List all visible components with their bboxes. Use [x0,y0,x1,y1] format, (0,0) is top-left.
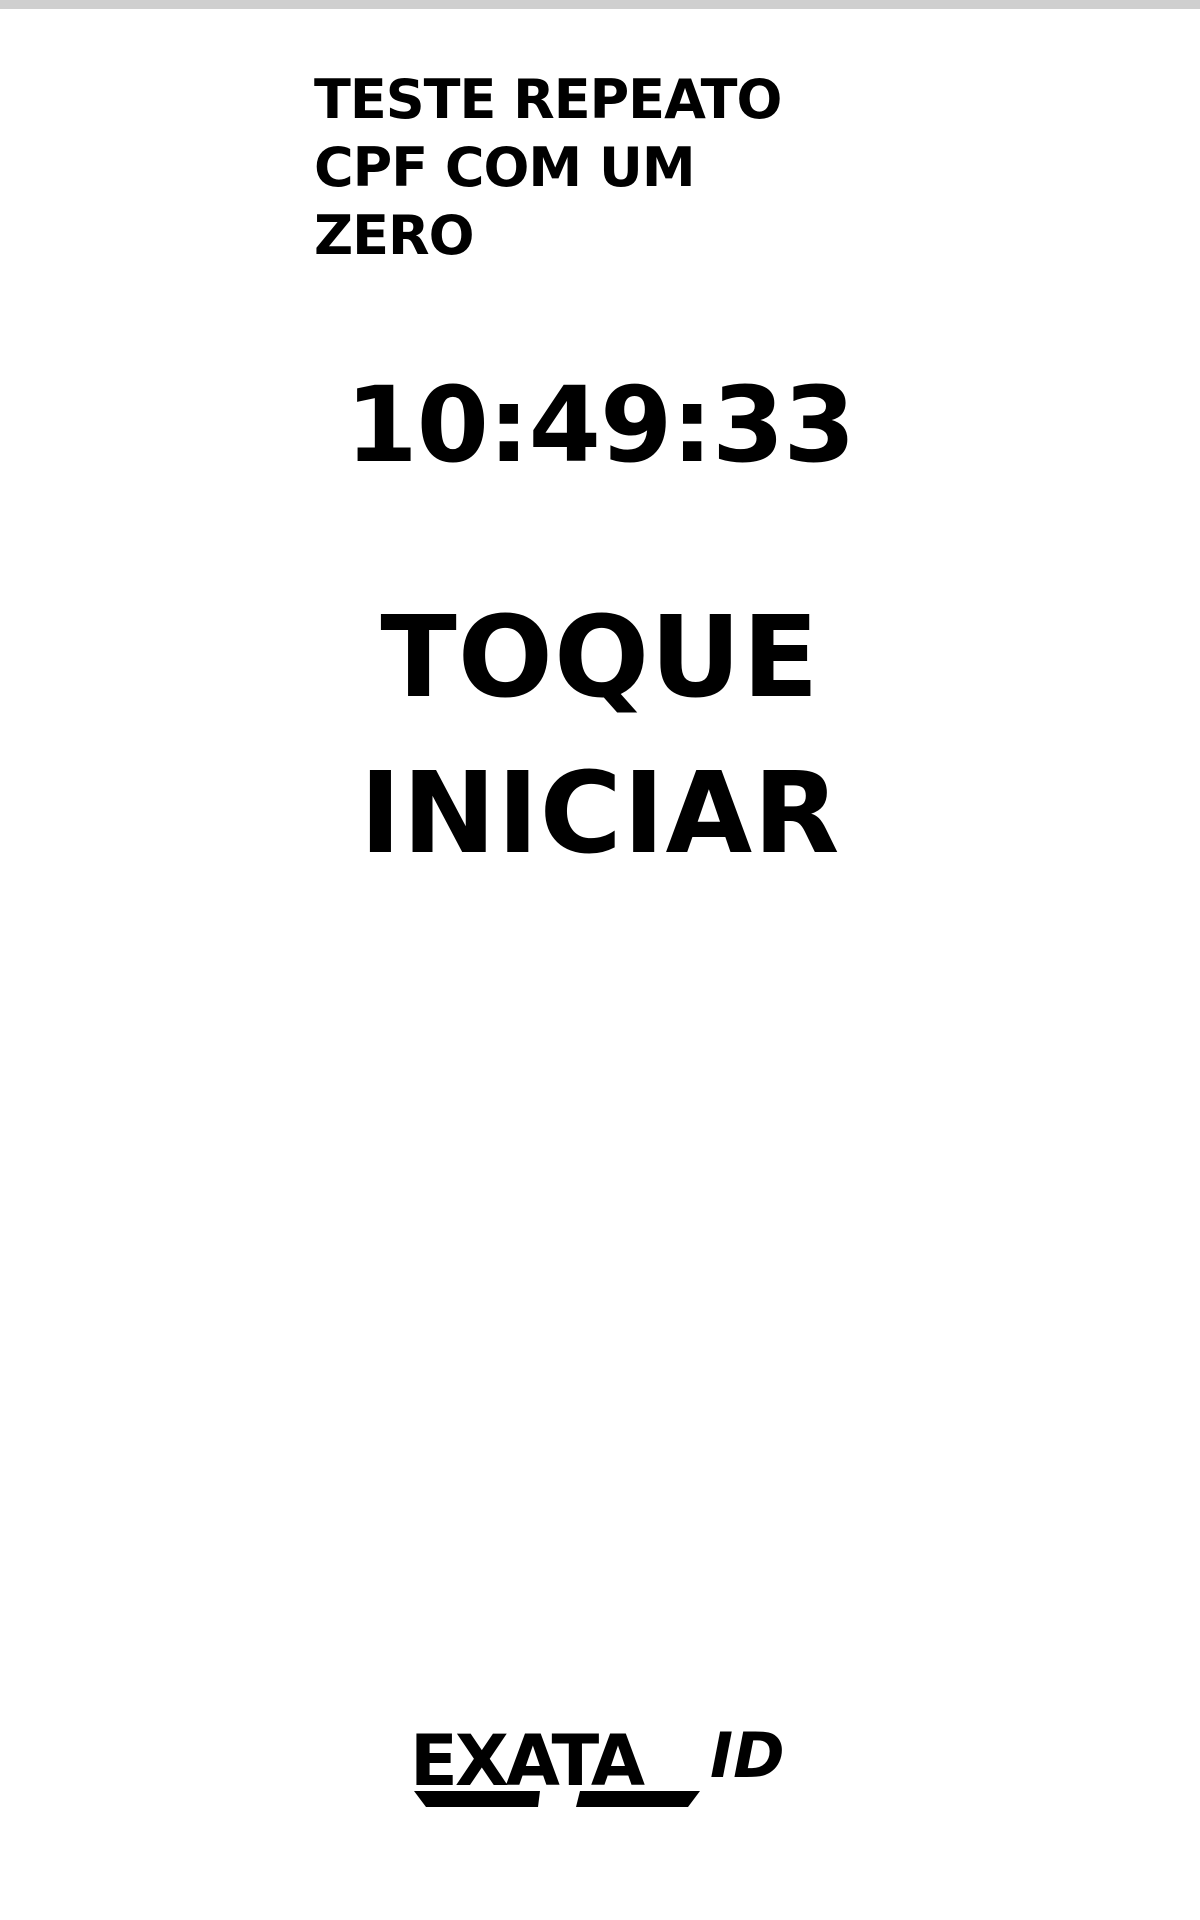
logo-underline-left [414,1791,540,1807]
logo-main-text: EXATA [410,1720,645,1802]
prompt-line-1: TOQUE [380,593,820,723]
exataid-logo-graphic: EXATA ID [410,1719,785,1807]
message-line-2: CPF COM UM [314,136,696,199]
start-prompt[interactable]: TOQUE INICIAR [0,580,1200,892]
device-message: TESTE REPEATO CPF COM UM ZERO [314,66,874,270]
exataid-logo: EXATA ID [410,1715,790,1807]
logo-underline-right [576,1791,700,1807]
status-bar-strip [0,0,1200,9]
logo-suffix-text: ID [710,1719,785,1792]
clock-display: 10:49:33 [345,364,855,486]
prompt-line-2: INICIAR [359,749,841,879]
message-line-1: TESTE REPEATO [314,68,782,131]
message-line-3: ZERO [314,204,475,267]
